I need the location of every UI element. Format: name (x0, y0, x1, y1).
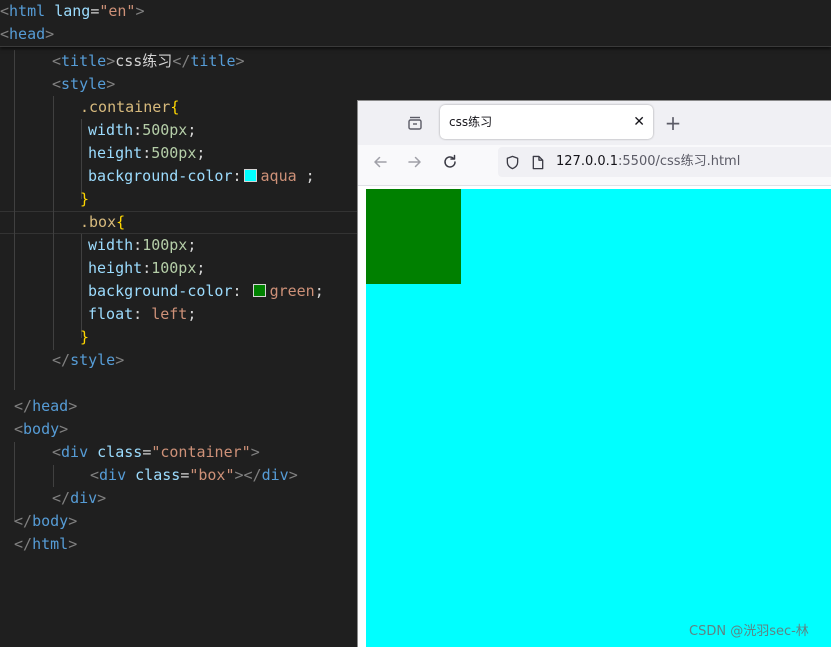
code-line: height:500px; (88, 144, 206, 162)
url-text[interactable]: 127.0.0.1:5500/css练习.html (556, 147, 740, 177)
code-line: <title>css练习</title> (52, 52, 245, 70)
code-line: </style> (52, 351, 125, 369)
code-line: .container{ (80, 98, 180, 116)
code-line: <head> (0, 25, 55, 43)
code-line: width:500px; (88, 121, 197, 139)
code-line: float: left; (88, 305, 197, 323)
color-swatch-aqua[interactable] (243, 169, 257, 182)
watermark: CSDN @洸羽sec-林 (689, 624, 809, 639)
browser-window: css练习 ✕ + 127.0.0.1:5500/css练习.html (357, 100, 831, 647)
code-line: </body> (14, 512, 78, 530)
tab-bar: css练习 ✕ + (358, 101, 831, 145)
indent-guide (53, 465, 54, 487)
code-line: <html lang="en"> (0, 2, 145, 20)
green-float-box (366, 189, 461, 284)
code-line: background-color: green; (88, 282, 324, 300)
code-line: height:100px; (88, 259, 206, 277)
close-tab-icon[interactable]: ✕ (633, 105, 645, 139)
sticky-scroll-header: <html lang="en"> <head> (0, 0, 831, 47)
forward-arrow-icon[interactable] (403, 150, 427, 174)
code-line: width:100px; (88, 236, 197, 254)
navigation-bar: 127.0.0.1:5500/css练习.html (358, 145, 831, 186)
code-line: background-color: aqua ; (88, 167, 315, 185)
code-line: </html> (14, 535, 78, 553)
current-line-highlight (0, 211, 360, 234)
reload-icon[interactable] (438, 150, 462, 174)
back-arrow-icon[interactable] (368, 150, 392, 174)
code-line: } (80, 328, 90, 346)
indent-guide (14, 50, 15, 390)
code-line: <body> (14, 420, 69, 438)
url-bar[interactable]: 127.0.0.1:5500/css练习.html (498, 147, 831, 177)
indent-guide (81, 234, 82, 338)
tab-active[interactable]: css练习 ✕ (440, 105, 653, 139)
code-line: <style> (52, 75, 116, 93)
code-line: </div> (52, 489, 107, 507)
page-viewport (358, 186, 831, 647)
code-line: </head> (14, 397, 78, 415)
color-swatch-green[interactable] (252, 284, 266, 297)
indent-guide (81, 119, 82, 199)
code-line: <div class="box"></div> (90, 466, 298, 484)
shield-icon[interactable] (502, 152, 522, 172)
aqua-container-box (366, 189, 831, 647)
tab-title: css练习 (449, 115, 493, 129)
page-icon[interactable] (528, 152, 548, 172)
code-line: .box{ (80, 213, 126, 231)
new-tab-button[interactable]: + (660, 110, 686, 136)
code-line: <div class="container"> (52, 443, 260, 461)
tab-list-icon[interactable] (402, 110, 428, 136)
indent-guide (53, 96, 54, 350)
code-line: } (80, 190, 90, 208)
